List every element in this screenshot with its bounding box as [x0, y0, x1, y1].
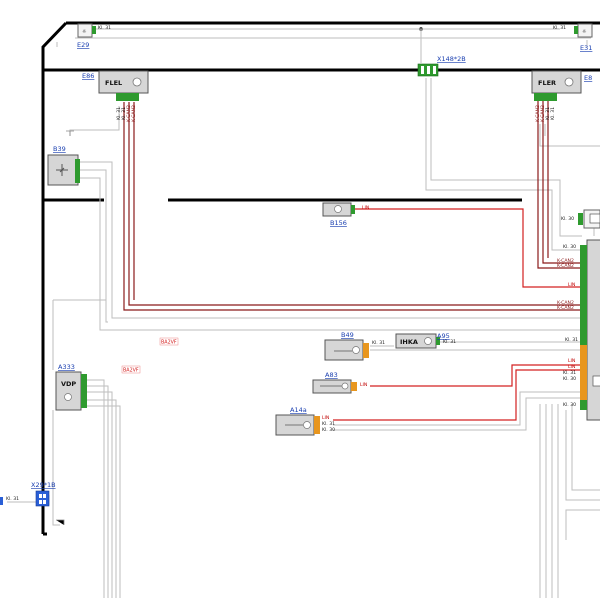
sensor-b39[interactable]: B39 — [47, 145, 80, 186]
module-a333-vdp[interactable]: VDP A333 — [55, 363, 87, 411]
svg-text:LIN: LIN — [568, 364, 575, 370]
x148-ref: X148*2B — [437, 55, 466, 63]
svg-text:Kl. 31: Kl. 31 — [322, 421, 335, 427]
svg-text:LIN: LIN — [322, 415, 329, 421]
svg-text:K-CAN2: K-CAN2 — [557, 263, 574, 269]
a95-ref: A95 — [437, 332, 450, 340]
svg-text:Kl. 31: Kl. 31 — [6, 496, 19, 502]
svg-text:BA2VF: BA2VF — [123, 368, 139, 374]
svg-text:Kl. 31: Kl. 31 — [372, 340, 385, 346]
svg-text:Kl. 30: Kl. 30 — [322, 427, 335, 433]
svg-text:Kl. 31: Kl. 31 — [98, 25, 111, 31]
svg-text:K-CAN2: K-CAN2 — [557, 305, 574, 311]
lamp-icon: ☼ — [582, 29, 586, 35]
module-e86-flel[interactable]: FLEL E86 Kl. 31 Kl. 31 K-CAN2 K-CAN2 — [82, 70, 149, 122]
module-a95-ihka[interactable]: IHKA Kl. 31 A95 — [395, 332, 456, 349]
e8-ref: E8 — [584, 74, 592, 82]
a333-ref: A333 — [58, 363, 75, 371]
sensor-b156[interactable]: LIN B156 — [322, 202, 369, 227]
svg-text:LIN: LIN — [362, 205, 369, 211]
right-cut-component[interactable]: Kl. 30 — [561, 209, 600, 229]
svg-text:Kl. 31: Kl. 31 — [565, 337, 578, 343]
svg-text:Kl. 31: Kl. 31 — [563, 370, 576, 376]
svg-text:Kl. 30: Kl. 30 — [563, 376, 576, 382]
ground-wires — [7, 28, 600, 598]
module-a14a[interactable]: LIN Kl. 31 Kl. 30 A14a — [275, 406, 335, 436]
fler-label: FLER — [538, 79, 556, 87]
module-e8-fler[interactable]: FLER E8 K-CAN2 K-CAN2 Kl. 31 Kl. 31 — [531, 70, 592, 122]
lamp-icon: ☼ — [82, 29, 86, 35]
x29-ref: X29*1B — [31, 481, 56, 489]
a83-ref: A83 — [325, 371, 338, 379]
svg-text:BA2VF: BA2VF — [161, 340, 177, 346]
e86-ref: E86 — [82, 72, 94, 80]
module-a83[interactable]: LIN A83 — [312, 371, 367, 394]
control-unit-module[interactable] — [580, 239, 600, 421]
a14a-ref: A14a — [290, 406, 307, 414]
note-bazvf-2: BA2VF — [121, 365, 141, 374]
ground-icon — [56, 130, 74, 525]
svg-text:K-CAN2: K-CAN2 — [131, 105, 137, 122]
wiring-diagram: ☼ Kl. 31 E29 ☼ Kl. 31 E31 X148*2B FLEL E… — [0, 21, 600, 598]
svg-text:Kl. 31: Kl. 31 — [550, 107, 556, 120]
b156-ref: B156 — [330, 219, 347, 227]
svg-text:LIN: LIN — [568, 282, 575, 288]
ihka-label: IHKA — [400, 338, 418, 346]
b49-ref: B49 — [341, 331, 354, 339]
svg-text:Kl. 31: Kl. 31 — [553, 25, 566, 31]
sensor-b49[interactable]: Kl. 31 B49 — [324, 331, 385, 361]
svg-text:Kl. 30: Kl. 30 — [563, 402, 576, 408]
e29-ref: E29 — [77, 41, 89, 49]
flel-label: FLEL — [105, 79, 122, 87]
connector-x148[interactable]: X148*2B — [417, 55, 466, 77]
lin-wires — [333, 208, 585, 421]
e31-ref: E31 — [580, 44, 592, 52]
svg-text:LIN: LIN — [568, 358, 575, 364]
vdp-label: VDP — [61, 380, 76, 388]
svg-text:Kl. 30: Kl. 30 — [561, 216, 574, 222]
b39-ref: B39 — [53, 145, 66, 153]
note-bazvf-1: BA2VF — [159, 337, 179, 346]
svg-text:Kl. 30: Kl. 30 — [563, 244, 576, 250]
svg-text:LIN: LIN — [360, 382, 367, 388]
lamp-e29[interactable]: ☼ Kl. 31 E29 — [77, 23, 111, 49]
